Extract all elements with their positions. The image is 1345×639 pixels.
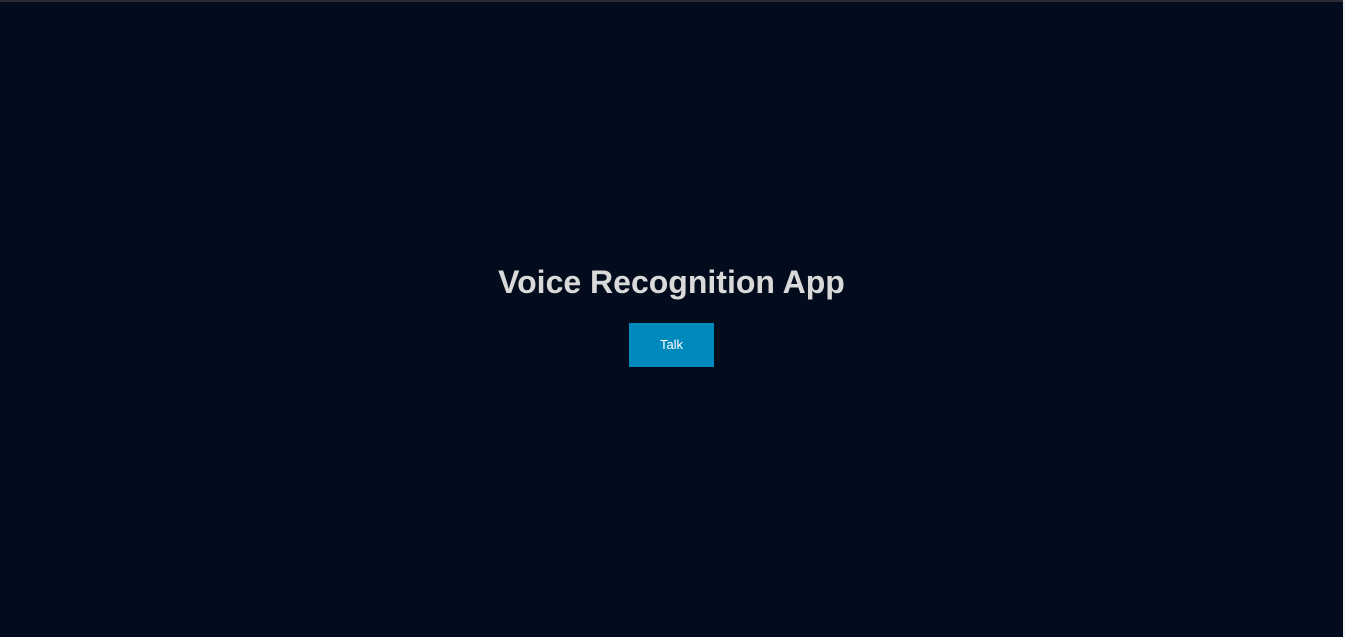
app-viewport: Voice Recognition App Talk	[0, 0, 1343, 637]
talk-button[interactable]: Talk	[629, 322, 714, 367]
main-content: Voice Recognition App Talk	[0, 2, 1343, 639]
page-title: Voice Recognition App	[498, 263, 845, 300]
